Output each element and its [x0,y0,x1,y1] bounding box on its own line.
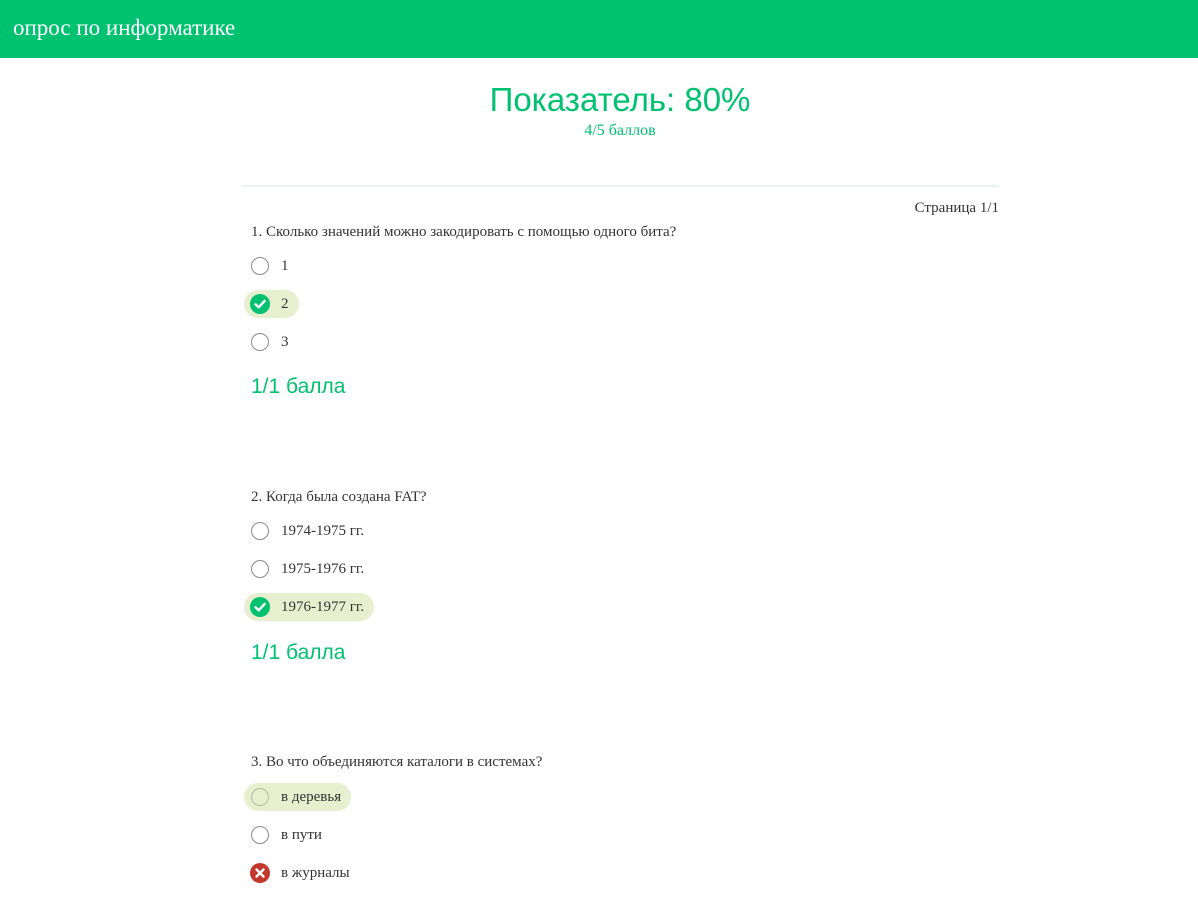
question-2-points: 1/1 балла [251,641,346,664]
radio-button[interactable] [251,522,269,540]
question-3-option-2[interactable]: в пути [244,821,332,849]
question-1-option-2[interactable]: 2 [244,290,299,318]
question-3-text: 3. Во что объединяются каталоги в систем… [251,754,543,770]
option-label: 1975-1976 гг. [281,560,365,577]
question-2-option-1[interactable]: 1974-1975 гг. [244,517,374,545]
check-circle-icon [250,294,270,314]
question-3-option-1[interactable]: в деревья [244,783,352,811]
check-circle-icon [250,597,270,617]
divider [242,185,999,187]
option-label: 1976-1977 гг. [281,598,365,615]
x-circle-icon [250,863,270,883]
score-percentage: Показатель: 80% [489,81,751,118]
option-label: в пути [281,826,322,843]
option-label: 2 [281,295,289,312]
radio-button[interactable] [251,257,269,275]
question-2-option-2[interactable]: 1975-1976 гг. [244,555,374,583]
option-label: 1 [281,257,289,274]
option-label: в журналы [281,864,350,881]
question-3-option-3[interactable]: в журналы [244,859,360,887]
question-2-option-3[interactable]: 1976-1977 гг. [244,593,375,621]
option-label: 1974-1975 гг. [281,522,365,539]
radio-button[interactable] [251,788,269,806]
page-indicator: Страница 1/1 [914,200,999,216]
radio-button[interactable] [251,560,269,578]
question-1-option-3[interactable]: 3 [244,328,299,356]
score-points: 4/5 баллов [584,122,656,139]
question-1-points: 1/1 балла [251,375,346,398]
quiz-title: опрос по информатике [13,15,236,40]
question-1-option-1[interactable]: 1 [244,252,299,280]
radio-button[interactable] [251,826,269,844]
header-bar: опрос по информатике [0,0,1198,58]
question-2-text: 2. Когда была создана FAT? [251,489,427,505]
option-label: в деревья [281,788,342,805]
radio-button[interactable] [251,333,269,351]
question-1-text: 1. Сколько значений можно закодировать с… [251,224,677,240]
option-label: 3 [281,333,289,350]
